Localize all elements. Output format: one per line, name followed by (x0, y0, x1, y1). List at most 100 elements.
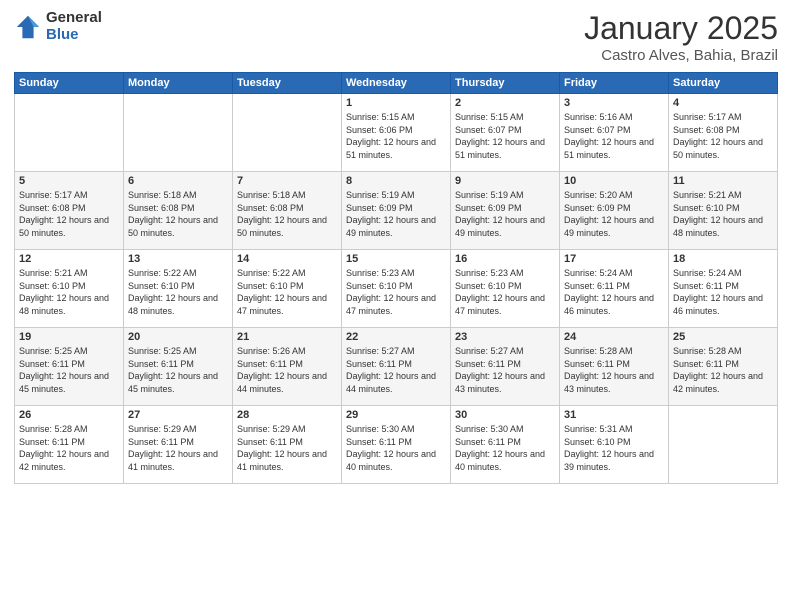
calendar-cell-0-6: 4 Sunrise: 5:17 AMSunset: 6:08 PMDayligh… (669, 94, 778, 172)
logo: General Blue (14, 10, 102, 43)
day-number: 2 (455, 97, 555, 109)
calendar-cell-3-4: 23 Sunrise: 5:27 AMSunset: 6:11 PMDaylig… (451, 328, 560, 406)
logo-text: General Blue (46, 10, 102, 43)
day-number: 26 (19, 409, 119, 421)
day-number: 3 (564, 97, 664, 109)
calendar-cell-2-6: 18 Sunrise: 5:24 AMSunset: 6:11 PMDaylig… (669, 250, 778, 328)
day-number: 15 (346, 253, 446, 265)
calendar-cell-4-3: 29 Sunrise: 5:30 AMSunset: 6:11 PMDaylig… (342, 406, 451, 484)
calendar-cell-0-3: 1 Sunrise: 5:15 AMSunset: 6:06 PMDayligh… (342, 94, 451, 172)
week-row-2: 12 Sunrise: 5:21 AMSunset: 6:10 PMDaylig… (15, 250, 778, 328)
header-wednesday: Wednesday (342, 73, 451, 94)
day-number: 17 (564, 253, 664, 265)
day-number: 24 (564, 331, 664, 343)
calendar-cell-0-4: 2 Sunrise: 5:15 AMSunset: 6:07 PMDayligh… (451, 94, 560, 172)
day-number: 9 (455, 175, 555, 187)
day-number: 13 (128, 253, 228, 265)
cell-info: Sunrise: 5:24 AMSunset: 6:11 PMDaylight:… (673, 267, 773, 317)
cell-info: Sunrise: 5:30 AMSunset: 6:11 PMDaylight:… (455, 423, 555, 473)
calendar-cell-4-5: 31 Sunrise: 5:31 AMSunset: 6:10 PMDaylig… (560, 406, 669, 484)
cell-info: Sunrise: 5:17 AMSunset: 6:08 PMDaylight:… (19, 189, 119, 239)
cell-info: Sunrise: 5:28 AMSunset: 6:11 PMDaylight:… (673, 345, 773, 395)
calendar-cell-3-6: 25 Sunrise: 5:28 AMSunset: 6:11 PMDaylig… (669, 328, 778, 406)
calendar-cell-1-2: 7 Sunrise: 5:18 AMSunset: 6:08 PMDayligh… (233, 172, 342, 250)
calendar-cell-2-2: 14 Sunrise: 5:22 AMSunset: 6:10 PMDaylig… (233, 250, 342, 328)
cell-info: Sunrise: 5:16 AMSunset: 6:07 PMDaylight:… (564, 111, 664, 161)
day-number: 16 (455, 253, 555, 265)
cell-info: Sunrise: 5:22 AMSunset: 6:10 PMDaylight:… (128, 267, 228, 317)
calendar-cell-4-1: 27 Sunrise: 5:29 AMSunset: 6:11 PMDaylig… (124, 406, 233, 484)
calendar-cell-4-0: 26 Sunrise: 5:28 AMSunset: 6:11 PMDaylig… (15, 406, 124, 484)
calendar-table: Sunday Monday Tuesday Wednesday Thursday… (14, 72, 778, 484)
cell-info: Sunrise: 5:15 AMSunset: 6:07 PMDaylight:… (455, 111, 555, 161)
cell-info: Sunrise: 5:23 AMSunset: 6:10 PMDaylight:… (346, 267, 446, 317)
cell-info: Sunrise: 5:27 AMSunset: 6:11 PMDaylight:… (455, 345, 555, 395)
week-row-1: 5 Sunrise: 5:17 AMSunset: 6:08 PMDayligh… (15, 172, 778, 250)
calendar-cell-1-6: 11 Sunrise: 5:21 AMSunset: 6:10 PMDaylig… (669, 172, 778, 250)
day-number: 31 (564, 409, 664, 421)
week-row-4: 26 Sunrise: 5:28 AMSunset: 6:11 PMDaylig… (15, 406, 778, 484)
logo-icon (14, 13, 42, 41)
cell-info: Sunrise: 5:28 AMSunset: 6:11 PMDaylight:… (19, 423, 119, 473)
calendar-cell-3-2: 21 Sunrise: 5:26 AMSunset: 6:11 PMDaylig… (233, 328, 342, 406)
calendar-cell-3-5: 24 Sunrise: 5:28 AMSunset: 6:11 PMDaylig… (560, 328, 669, 406)
cell-info: Sunrise: 5:29 AMSunset: 6:11 PMDaylight:… (237, 423, 337, 473)
cell-info: Sunrise: 5:30 AMSunset: 6:11 PMDaylight:… (346, 423, 446, 473)
header-sunday: Sunday (15, 73, 124, 94)
calendar-cell-1-0: 5 Sunrise: 5:17 AMSunset: 6:08 PMDayligh… (15, 172, 124, 250)
day-number: 19 (19, 331, 119, 343)
calendar-cell-0-0 (15, 94, 124, 172)
cell-info: Sunrise: 5:31 AMSunset: 6:10 PMDaylight:… (564, 423, 664, 473)
header-monday: Monday (124, 73, 233, 94)
cell-info: Sunrise: 5:26 AMSunset: 6:11 PMDaylight:… (237, 345, 337, 395)
cell-info: Sunrise: 5:28 AMSunset: 6:11 PMDaylight:… (564, 345, 664, 395)
calendar-cell-1-1: 6 Sunrise: 5:18 AMSunset: 6:08 PMDayligh… (124, 172, 233, 250)
calendar-cell-0-5: 3 Sunrise: 5:16 AMSunset: 6:07 PMDayligh… (560, 94, 669, 172)
cell-info: Sunrise: 5:19 AMSunset: 6:09 PMDaylight:… (346, 189, 446, 239)
header: General Blue January 2025 Castro Alves, … (14, 10, 778, 64)
day-number: 10 (564, 175, 664, 187)
calendar-cell-3-1: 20 Sunrise: 5:25 AMSunset: 6:11 PMDaylig… (124, 328, 233, 406)
cell-info: Sunrise: 5:18 AMSunset: 6:08 PMDaylight:… (237, 189, 337, 239)
cell-info: Sunrise: 5:18 AMSunset: 6:08 PMDaylight:… (128, 189, 228, 239)
header-tuesday: Tuesday (233, 73, 342, 94)
day-number: 27 (128, 409, 228, 421)
cell-info: Sunrise: 5:24 AMSunset: 6:11 PMDaylight:… (564, 267, 664, 317)
day-number: 11 (673, 175, 773, 187)
calendar-cell-2-4: 16 Sunrise: 5:23 AMSunset: 6:10 PMDaylig… (451, 250, 560, 328)
cell-info: Sunrise: 5:21 AMSunset: 6:10 PMDaylight:… (19, 267, 119, 317)
logo-general: General (46, 10, 102, 27)
day-number: 22 (346, 331, 446, 343)
calendar-cell-1-3: 8 Sunrise: 5:19 AMSunset: 6:09 PMDayligh… (342, 172, 451, 250)
day-number: 8 (346, 175, 446, 187)
cell-info: Sunrise: 5:25 AMSunset: 6:11 PMDaylight:… (128, 345, 228, 395)
header-thursday: Thursday (451, 73, 560, 94)
cell-info: Sunrise: 5:29 AMSunset: 6:11 PMDaylight:… (128, 423, 228, 473)
calendar-cell-2-5: 17 Sunrise: 5:24 AMSunset: 6:11 PMDaylig… (560, 250, 669, 328)
day-number: 1 (346, 97, 446, 109)
calendar-cell-2-0: 12 Sunrise: 5:21 AMSunset: 6:10 PMDaylig… (15, 250, 124, 328)
calendar-cell-4-6 (669, 406, 778, 484)
weekday-header-row: Sunday Monday Tuesday Wednesday Thursday… (15, 73, 778, 94)
week-row-3: 19 Sunrise: 5:25 AMSunset: 6:11 PMDaylig… (15, 328, 778, 406)
calendar-cell-1-5: 10 Sunrise: 5:20 AMSunset: 6:09 PMDaylig… (560, 172, 669, 250)
cell-info: Sunrise: 5:15 AMSunset: 6:06 PMDaylight:… (346, 111, 446, 161)
day-number: 18 (673, 253, 773, 265)
calendar-cell-0-2 (233, 94, 342, 172)
cell-info: Sunrise: 5:27 AMSunset: 6:11 PMDaylight:… (346, 345, 446, 395)
day-number: 28 (237, 409, 337, 421)
location-title: Castro Alves, Bahia, Brazil (584, 47, 778, 64)
calendar-cell-4-2: 28 Sunrise: 5:29 AMSunset: 6:11 PMDaylig… (233, 406, 342, 484)
day-number: 29 (346, 409, 446, 421)
calendar-body: 1 Sunrise: 5:15 AMSunset: 6:06 PMDayligh… (15, 94, 778, 484)
logo-blue: Blue (46, 27, 102, 44)
cell-info: Sunrise: 5:20 AMSunset: 6:09 PMDaylight:… (564, 189, 664, 239)
page: General Blue January 2025 Castro Alves, … (0, 0, 792, 612)
cell-info: Sunrise: 5:25 AMSunset: 6:11 PMDaylight:… (19, 345, 119, 395)
day-number: 30 (455, 409, 555, 421)
day-number: 23 (455, 331, 555, 343)
day-number: 4 (673, 97, 773, 109)
cell-info: Sunrise: 5:23 AMSunset: 6:10 PMDaylight:… (455, 267, 555, 317)
cell-info: Sunrise: 5:21 AMSunset: 6:10 PMDaylight:… (673, 189, 773, 239)
calendar-cell-3-3: 22 Sunrise: 5:27 AMSunset: 6:11 PMDaylig… (342, 328, 451, 406)
